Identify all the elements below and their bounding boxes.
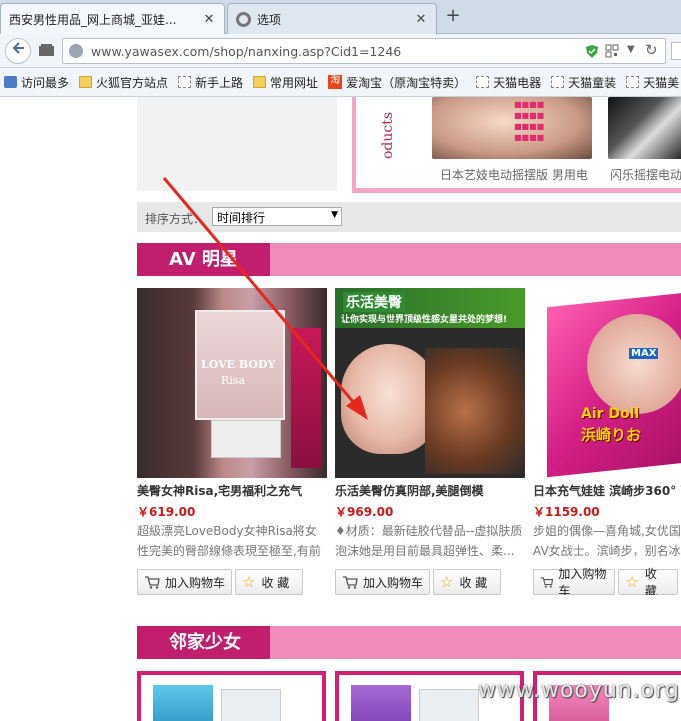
bookmarks-bar: 访问最多 火狐官方站点 新手上路 常用网址 淘爱淘宝（原淘宝特卖） 天猫电器 天… (0, 68, 681, 97)
bookmark-common-sites[interactable]: 常用网址 (253, 74, 318, 91)
tab-title: 选项 (257, 12, 282, 27)
back-arrow-icon (12, 42, 24, 54)
bookmark-aitaobao[interactable]: 淘爱淘宝（原淘宝特卖） (328, 74, 466, 91)
tab-title: 西安男性用品_网上商城_亚娃... (9, 12, 177, 27)
page-icon (551, 76, 565, 88)
url-bar[interactable]: www.yawasex.com/shop/nanxing.asp?Cid1=12… (62, 38, 666, 64)
folder-icon (253, 76, 267, 88)
bookmark-getting-started[interactable]: 新手上路 (178, 74, 243, 91)
bookmark-tmall-beauty[interactable]: 天猫美 (626, 74, 679, 91)
tab-active[interactable]: 西安男性用品_网上商城_亚娃... ✕ (0, 3, 225, 34)
tab-groups-icon[interactable] (38, 43, 56, 57)
taobao-icon: 淘 (328, 75, 343, 89)
bookmark-tmall-kids[interactable]: 天猫童装 (551, 74, 616, 91)
url-text: www.yawasex.com/shop/nanxing.asp?Cid1=12… (91, 44, 402, 59)
bookmark-firefox-site[interactable]: 火狐官方站点 (79, 74, 168, 91)
close-tab-icon[interactable]: ✕ (202, 12, 216, 27)
page-content: oducts ■■■■ ■■■■ ■■■■ ■■■■ 日本艺妓电动摇摆版 男用电 闪乐… (0, 97, 681, 721)
page-icon (178, 76, 192, 88)
gear-icon (236, 11, 251, 27)
new-tab-button[interactable]: + (442, 5, 464, 27)
back-button[interactable] (5, 38, 31, 64)
close-tab-icon[interactable]: ✕ (414, 12, 428, 27)
dropdown-icon[interactable]: ▼ (627, 44, 635, 55)
tab-options[interactable]: 选项 ✕ (227, 3, 437, 34)
navigation-bar: www.yawasex.com/shop/nanxing.asp?Cid1=12… (0, 34, 681, 68)
bookmark-tmall-electronics[interactable]: 天猫电器 (476, 74, 541, 91)
tab-bar: 西安男性用品_网上商城_亚娃... ✕ 选项 ✕ + (0, 0, 681, 34)
page-icon (476, 76, 490, 88)
qrcode-icon (605, 44, 619, 58)
site-info-icon[interactable] (69, 44, 83, 58)
folder-icon (79, 76, 93, 88)
watermark: www.wooyun.org (478, 678, 680, 703)
shield-icon (586, 45, 598, 58)
bookmark-most-visited[interactable]: 访问最多 (4, 74, 69, 91)
annotation-arrow (162, 177, 368, 420)
bookmark-icon (4, 76, 17, 88)
reload-icon[interactable]: ↻ (645, 41, 658, 59)
page-icon (626, 76, 640, 88)
search-box[interactable] (671, 42, 681, 60)
